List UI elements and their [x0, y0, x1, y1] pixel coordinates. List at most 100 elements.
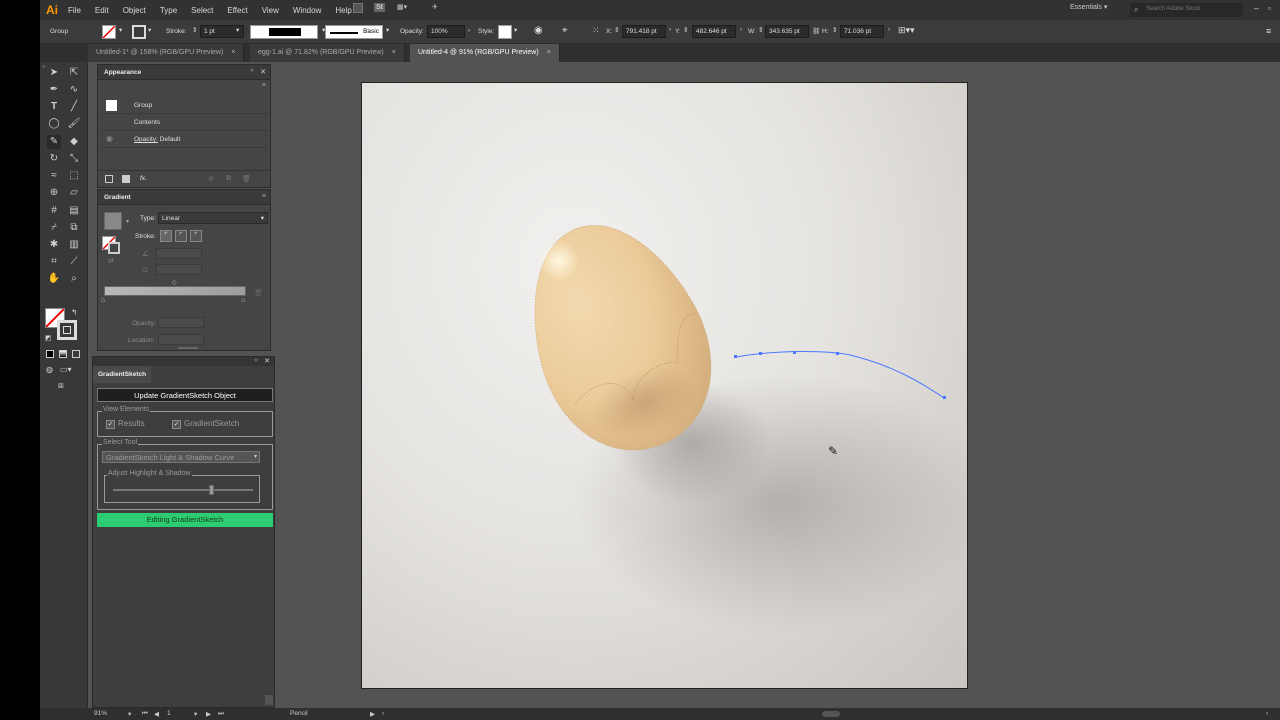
- style-dropdown-icon[interactable]: ▾: [514, 26, 517, 34]
- perspective-icon[interactable]: ▱: [67, 186, 81, 200]
- update-gradientsketch-button[interactable]: Update GradientSketch Object: [97, 388, 273, 402]
- free-transform-icon[interactable]: ⬚: [67, 169, 81, 183]
- artboard-dropdown-icon[interactable]: ▾: [194, 710, 197, 718]
- w-field[interactable]: 343.635 pt: [765, 25, 809, 38]
- artboard-number-field[interactable]: 1: [167, 710, 171, 717]
- y-arrow-icon[interactable]: ›: [740, 26, 742, 33]
- fill-dropdown-icon[interactable]: ▾: [119, 26, 122, 34]
- stroke-swatch[interactable]: [132, 25, 146, 39]
- eraser-icon[interactable]: ◆: [67, 135, 81, 149]
- results-checkbox[interactable]: ✓ Results: [106, 419, 145, 429]
- stock-search-input[interactable]: ⌕ Search Adobe Stock: [1130, 3, 1243, 17]
- screen-mode-icon[interactable]: ▭▾: [60, 365, 72, 374]
- menu-view[interactable]: View: [262, 6, 279, 15]
- zoom-level-field[interactable]: 91%: [94, 710, 107, 717]
- midpoint-diamond-icon[interactable]: ◇: [172, 279, 177, 286]
- panel-collapse-icon[interactable]: «: [254, 357, 258, 364]
- color-stop-left[interactable]: ⌂: [101, 297, 105, 304]
- paintbrush-icon[interactable]: 🖌: [67, 117, 81, 131]
- stroke-weight-dropdown-icon[interactable]: ▾: [236, 26, 239, 34]
- ellipse-icon[interactable]: ◯: [47, 117, 61, 131]
- gradient-slider[interactable]: [104, 286, 246, 296]
- blend-icon[interactable]: ⧉: [67, 221, 81, 235]
- menu-select[interactable]: Select: [191, 6, 213, 15]
- artboard[interactable]: ✎: [361, 82, 968, 689]
- link-proportions-icon[interactable]: ⛓: [812, 27, 820, 35]
- adjust-slider-thumb[interactable]: [209, 485, 214, 495]
- artwork-canvas[interactable]: ✎: [362, 83, 968, 689]
- status-menu-arrow-icon[interactable]: ▶: [370, 710, 375, 718]
- color-stop-right[interactable]: ⌂: [241, 297, 245, 304]
- y-stepper-icon[interactable]: ⇕: [683, 26, 688, 34]
- last-artboard-icon[interactable]: ⏭: [218, 710, 224, 718]
- editing-gradientsketch-button[interactable]: Editing GradientSketch: [97, 513, 273, 527]
- graphic-style-swatch[interactable]: [498, 25, 512, 39]
- scroll-left-icon[interactable]: ‹: [382, 710, 384, 717]
- menu-help[interactable]: Help: [335, 6, 351, 15]
- brush-dropdown-icon[interactable]: ▾: [386, 26, 389, 34]
- menu-object[interactable]: Object: [123, 6, 146, 15]
- fill-swatch[interactable]: [102, 25, 116, 39]
- minimize-button[interactable]: –: [1254, 3, 1259, 13]
- first-artboard-icon[interactable]: ⏮: [142, 710, 148, 718]
- align-icon[interactable]: ⌖: [562, 25, 568, 36]
- zoom-dropdown-icon[interactable]: ▾: [128, 710, 131, 718]
- appearance-row-contents[interactable]: Contents: [102, 115, 268, 131]
- tab-untitled-4[interactable]: Untitled-4 @ 91% (RGB/GPU Preview) ×: [410, 44, 560, 62]
- h-arrow-icon[interactable]: ›: [888, 26, 890, 33]
- tab-untitled-1[interactable]: Untitled-1* @ 158% (RGB/GPU Preview) ×: [88, 44, 245, 62]
- edit-toolbar-icon[interactable]: ⧈: [58, 380, 64, 391]
- hand-icon[interactable]: ✋: [47, 272, 61, 286]
- control-bar-options-icon[interactable]: ≡: [1266, 26, 1271, 36]
- menu-edit[interactable]: Edit: [95, 6, 109, 15]
- type-icon[interactable]: T: [47, 100, 61, 114]
- gradient-icon[interactable]: ▤: [67, 204, 81, 218]
- stroke-along-icon[interactable]: ⌜: [175, 230, 187, 242]
- variable-width-profile[interactable]: [250, 25, 318, 39]
- brush-definition[interactable]: Basic: [325, 25, 383, 39]
- stroke-across-icon[interactable]: ⌜: [190, 230, 202, 242]
- menu-type[interactable]: Type: [160, 6, 177, 15]
- symbol-sprayer-icon[interactable]: ✱: [47, 238, 61, 252]
- menu-file[interactable]: File: [68, 6, 81, 15]
- direct-selection-icon[interactable]: ⇱: [67, 66, 81, 80]
- opacity-row-label[interactable]: Opacity: Default: [134, 136, 180, 143]
- close-icon[interactable]: ×: [547, 49, 551, 56]
- stroke-dropdown-icon[interactable]: ▾: [148, 26, 151, 34]
- tab-egg-1[interactable]: egg-1.ai @ 71.82% (RGB/GPU Preview) ×: [250, 44, 405, 62]
- panel-scrollbar[interactable]: [265, 695, 273, 705]
- stroke-within-icon[interactable]: ⌜: [160, 230, 172, 242]
- opacity-field[interactable]: 100%: [427, 25, 465, 38]
- panel-close-icon[interactable]: ✕: [264, 357, 270, 365]
- menu-window[interactable]: Window: [293, 6, 321, 15]
- maximize-button[interactable]: ▫: [1268, 3, 1271, 13]
- tool-select-dropdown[interactable]: GradientSketch Light & Shadow Curve ▾: [102, 451, 260, 463]
- mesh-icon[interactable]: #: [47, 204, 61, 218]
- color-mode-icon[interactable]: [46, 350, 54, 358]
- gradient-mode-icon[interactable]: [59, 350, 67, 358]
- gradient-preview-swatch[interactable]: [104, 212, 122, 230]
- selection-icon[interactable]: ➤: [47, 66, 61, 80]
- close-icon[interactable]: ×: [392, 49, 396, 56]
- slice-icon[interactable]: ⟋: [67, 255, 81, 269]
- adjust-slider-track[interactable]: [113, 489, 253, 491]
- gradientsketch-checkbox[interactable]: ✓ GradientSketch: [172, 419, 239, 429]
- scroll-right-icon[interactable]: ›: [1266, 710, 1268, 717]
- style-label[interactable]: Style:: [478, 28, 494, 35]
- draw-normal-icon[interactable]: ◍: [46, 365, 53, 374]
- bridge-icon[interactable]: [353, 3, 363, 13]
- gradient-type-select[interactable]: Linear ▾: [158, 212, 268, 224]
- gpu-performance-icon[interactable]: ✈: [432, 3, 438, 11]
- appearance-row-opacity[interactable]: ◉ Opacity: Default: [102, 132, 268, 148]
- h-field[interactable]: 71.036 pt: [840, 25, 884, 38]
- panel-menu-icon[interactable]: ≡: [262, 82, 266, 89]
- add-fill-icon[interactable]: [122, 175, 130, 183]
- gradientsketch-tab[interactable]: GradientSketch: [93, 366, 151, 383]
- transform-reference-icon[interactable]: ⁙: [592, 25, 600, 36]
- scale-icon[interactable]: ⤡: [67, 152, 81, 166]
- prev-artboard-icon[interactable]: ◀: [154, 710, 159, 718]
- appearance-row-group[interactable]: Group: [102, 98, 268, 114]
- warp-icon[interactable]: ≈: [47, 169, 61, 183]
- x-stepper-icon[interactable]: ⇕: [614, 26, 619, 34]
- x-arrow-icon[interactable]: ›: [669, 26, 671, 33]
